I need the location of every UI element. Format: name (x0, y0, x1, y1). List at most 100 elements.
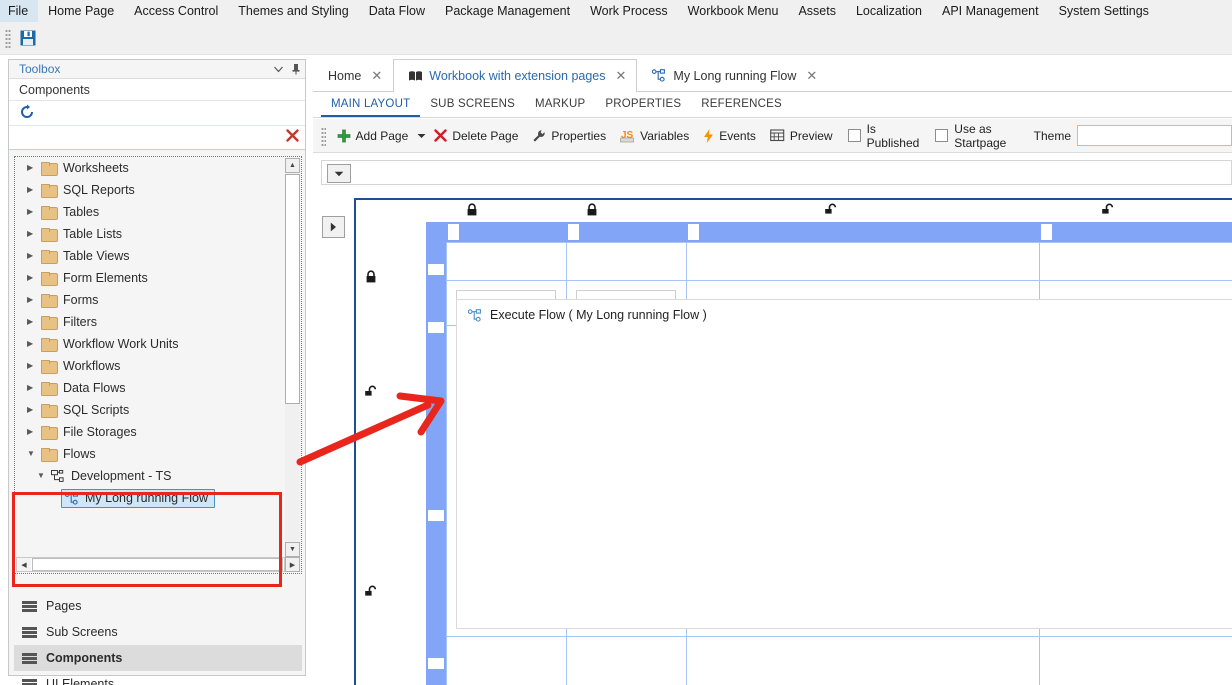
commandbar-gripper[interactable] (321, 126, 326, 146)
refresh-icon[interactable] (19, 104, 35, 123)
row-ruler[interactable] (426, 242, 446, 685)
menu-item-themes-and-styling[interactable]: Themes and Styling (228, 0, 358, 22)
panel-splitter[interactable]: · · · · · (14, 577, 302, 593)
row-resize-handle[interactable] (428, 322, 444, 333)
column-resize-handle[interactable] (448, 224, 459, 240)
chevron-right-icon[interactable]: ▶ (27, 296, 41, 304)
lock-closed-icon[interactable] (585, 203, 599, 217)
chevron-right-icon[interactable]: ▶ (27, 274, 41, 282)
tree-item-table-views[interactable]: ▶ Table Views (15, 245, 285, 267)
lock-closed-icon[interactable] (465, 203, 479, 217)
tree-item-flows[interactable]: ▼ Flows (15, 443, 285, 465)
menu-item-package-management[interactable]: Package Management (435, 0, 580, 22)
execute-flow-panel[interactable]: Execute Flow ( My Long running Flow ) (456, 299, 1232, 629)
chevron-right-icon[interactable]: ▶ (27, 406, 41, 414)
events-button[interactable]: Events (696, 123, 763, 149)
tree-item-development-ts[interactable]: ▼ Development - TS (15, 465, 285, 487)
menu-item-system-settings[interactable]: System Settings (1049, 0, 1159, 22)
tab-home[interactable]: Home ✕ (313, 59, 393, 91)
chevron-right-icon[interactable]: ▶ (27, 340, 41, 348)
delete-page-button[interactable]: Delete Page (427, 123, 525, 149)
chevron-right-icon[interactable]: ▶ (27, 384, 41, 392)
tree-hscroll-thumb[interactable] (32, 558, 283, 571)
tree-horizontal-scrollbar[interactable]: ◀ (16, 557, 285, 572)
add-page-button[interactable]: Add Page (330, 123, 416, 149)
theme-input[interactable] (1077, 125, 1232, 146)
column-ruler[interactable] (426, 222, 1232, 242)
tree-item-file-storages[interactable]: ▶ File Storages (15, 421, 285, 443)
sidebar-item-sub-screens[interactable]: Sub Screens (14, 619, 302, 645)
lock-open-icon[interactable] (364, 385, 378, 399)
menu-item-file[interactable]: File (0, 0, 38, 22)
pin-icon[interactable] (287, 61, 305, 78)
scroll-left-icon[interactable]: ◀ (17, 558, 31, 571)
sidebar-item-ui-elements[interactable]: UI Elements (14, 671, 302, 685)
canvas-expand-button[interactable] (322, 216, 345, 238)
designer-dropdown-button[interactable] (327, 164, 351, 183)
scroll-down-icon[interactable]: ▼ (285, 542, 300, 557)
clear-x-icon[interactable] (279, 128, 305, 147)
close-icon[interactable]: ✕ (616, 68, 627, 84)
menu-item-localization[interactable]: Localization (846, 0, 932, 22)
chevron-down-icon[interactable]: ▼ (27, 450, 41, 458)
checkbox-box[interactable] (935, 129, 948, 142)
tab-workbook-with-extension-pages[interactable]: Workbook with extension pages ✕ (393, 59, 637, 92)
tree-item-forms[interactable]: ▶ Forms (15, 289, 285, 311)
chevron-right-icon[interactable]: ▶ (27, 362, 41, 370)
tab-properties[interactable]: PROPERTIES (595, 93, 691, 117)
is-published-checkbox[interactable]: Is Published (840, 122, 928, 150)
menu-item-assets[interactable]: Assets (788, 0, 846, 22)
tree-item-sql-reports[interactable]: ▶ SQL Reports (15, 179, 285, 201)
menu-item-home-page[interactable]: Home Page (38, 0, 124, 22)
lock-open-icon[interactable] (364, 585, 378, 599)
row-resize-handle[interactable] (428, 264, 444, 275)
tree-item-filters[interactable]: ▶ Filters (15, 311, 285, 333)
tree-item-form-elements[interactable]: ▶ Form Elements (15, 267, 285, 289)
add-page-dropdown-button[interactable] (415, 123, 427, 149)
tree-scroll-thumb[interactable] (285, 174, 300, 404)
chevron-right-icon[interactable]: ▶ (27, 230, 41, 238)
chevron-down-icon[interactable] (269, 61, 287, 78)
sidebar-item-pages[interactable]: Pages (14, 593, 302, 619)
column-resize-handle[interactable] (688, 224, 699, 240)
chevron-right-icon[interactable]: ▶ (27, 428, 41, 436)
variables-button[interactable]: JS Variables (613, 123, 696, 149)
save-button[interactable] (15, 25, 41, 51)
tab-my-long-running-flow[interactable]: My Long running Flow ✕ (637, 59, 828, 91)
selected-tree-node[interactable]: My Long running Flow (61, 489, 215, 508)
tree-item-sql-scripts[interactable]: ▶ SQL Scripts (15, 399, 285, 421)
tree-item-table-lists[interactable]: ▶ Table Lists (15, 223, 285, 245)
chevron-right-icon[interactable]: ▶ (27, 164, 41, 172)
scroll-right-icon[interactable]: ▶ (285, 557, 300, 572)
scroll-up-icon[interactable]: ▲ (285, 158, 300, 173)
lock-open-icon[interactable] (1101, 203, 1115, 217)
tree-item-my-long-running-flow[interactable]: My Long running Flow (15, 487, 285, 509)
menu-item-work-process[interactable]: Work Process (580, 0, 678, 22)
use-as-startpage-checkbox[interactable]: Use as Startpage (927, 122, 1027, 150)
lock-closed-icon[interactable] (364, 270, 378, 284)
tree-item-workflows[interactable]: ▶ Workflows (15, 355, 285, 377)
row-resize-handle[interactable] (428, 510, 444, 521)
close-icon[interactable]: ✕ (371, 68, 382, 84)
tree-vertical-scrollbar[interactable]: ▲ ▼ (285, 158, 300, 557)
tree-item-worksheets[interactable]: ▶ Worksheets (15, 157, 285, 179)
chevron-right-icon[interactable]: ▶ (27, 252, 41, 260)
chevron-down-icon[interactable]: ▼ (37, 472, 51, 480)
tab-sub-screens[interactable]: SUB SCREENS (420, 93, 525, 117)
tree-item-data-flows[interactable]: ▶ Data Flows (15, 377, 285, 399)
menu-item-data-flow[interactable]: Data Flow (359, 0, 435, 22)
row-resize-handle[interactable] (428, 658, 444, 669)
column-resize-handle[interactable] (1041, 224, 1052, 240)
toolbox-filter-input[interactable] (9, 127, 279, 149)
tab-references[interactable]: REFERENCES (691, 93, 792, 117)
menu-item-api-management[interactable]: API Management (932, 0, 1049, 22)
lock-open-icon[interactable] (824, 203, 838, 217)
tree-item-tables[interactable]: ▶ Tables (15, 201, 285, 223)
chevron-right-icon[interactable]: ▶ (27, 208, 41, 216)
sidebar-item-components[interactable]: Components (14, 645, 302, 671)
close-icon[interactable]: ✕ (806, 68, 817, 84)
checkbox-box[interactable] (848, 129, 861, 142)
layout-grid[interactable]: Start Stop (446, 242, 1232, 685)
tab-main-layout[interactable]: MAIN LAYOUT (321, 93, 420, 117)
toolbar-gripper[interactable] (5, 28, 11, 48)
